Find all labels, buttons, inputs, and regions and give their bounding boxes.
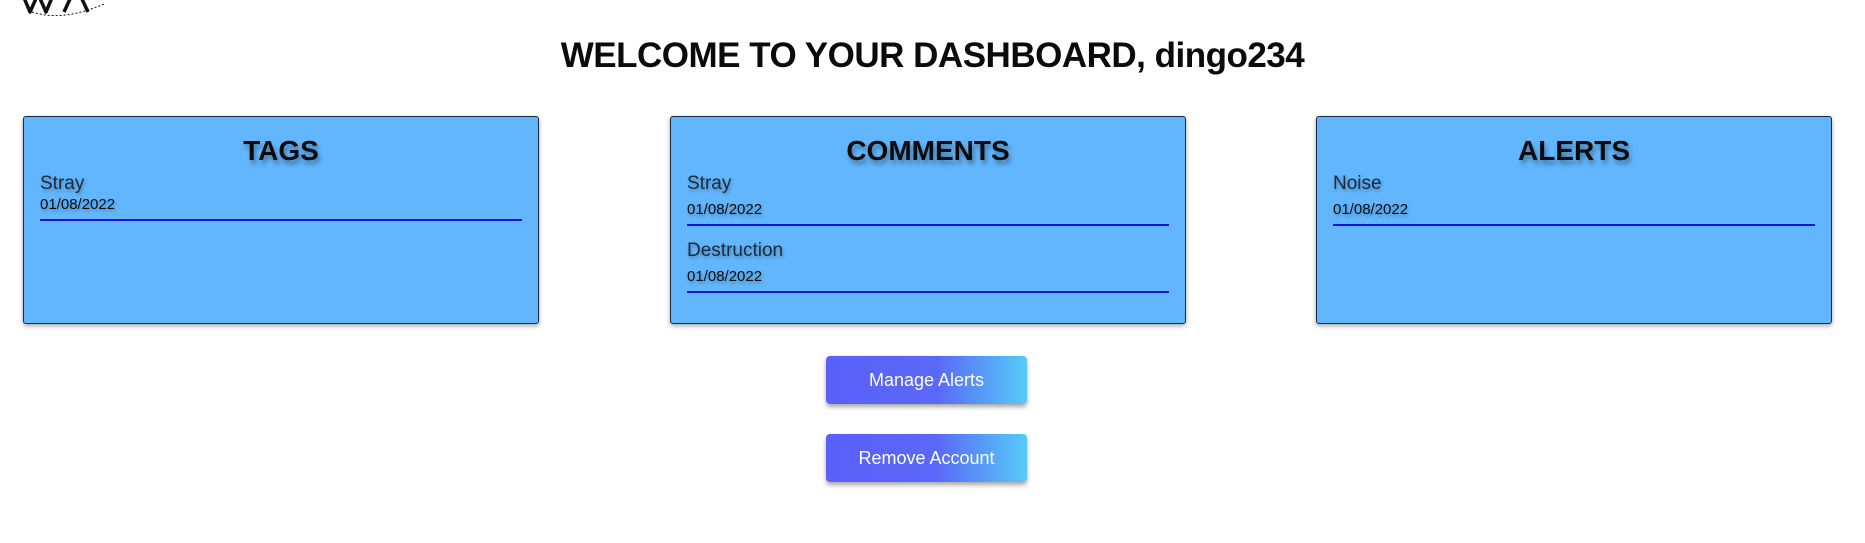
comment-entry: Stray 01/08/2022	[687, 173, 1169, 226]
tags-card: TAGS Stray 01/08/2022	[23, 116, 539, 324]
tags-card-title: TAGS	[243, 135, 319, 166]
manage-alerts-button[interactable]: Manage Alerts	[826, 356, 1027, 404]
alert-entry-date: 01/08/2022	[1333, 201, 1409, 218]
alerts-card: ALERTS Noise 01/08/2022	[1316, 116, 1832, 324]
comment-entry-date: 01/08/2022	[687, 268, 763, 285]
comments-card-title: COMMENTS	[846, 135, 1010, 166]
tag-entry-name: Stray	[40, 173, 85, 194]
logo-icon	[23, 0, 105, 16]
comment-entry: Destruction 01/08/2022	[687, 240, 1169, 293]
tag-entry-date: 01/08/2022	[40, 196, 116, 213]
alerts-card-title: ALERTS	[1518, 135, 1630, 166]
alert-entry: Noise 01/08/2022	[1333, 173, 1815, 226]
remove-account-button[interactable]: Remove Account	[826, 434, 1027, 482]
alert-entry-name: Noise	[1333, 173, 1382, 194]
tag-entry: Stray 01/08/2022	[40, 173, 522, 221]
page-title: WELCOME TO YOUR DASHBOARD, dingo234	[560, 36, 1305, 75]
comment-entry-date: 01/08/2022	[687, 201, 763, 218]
comment-entry-name: Stray	[687, 173, 732, 194]
dashboard-page: WELCOME TO YOUR DASHBOARD, dingo234 TAGS…	[0, 0, 1865, 543]
comments-card: COMMENTS Stray 01/08/2022 Destruction 01…	[670, 116, 1186, 324]
comment-entry-name: Destruction	[687, 240, 784, 261]
